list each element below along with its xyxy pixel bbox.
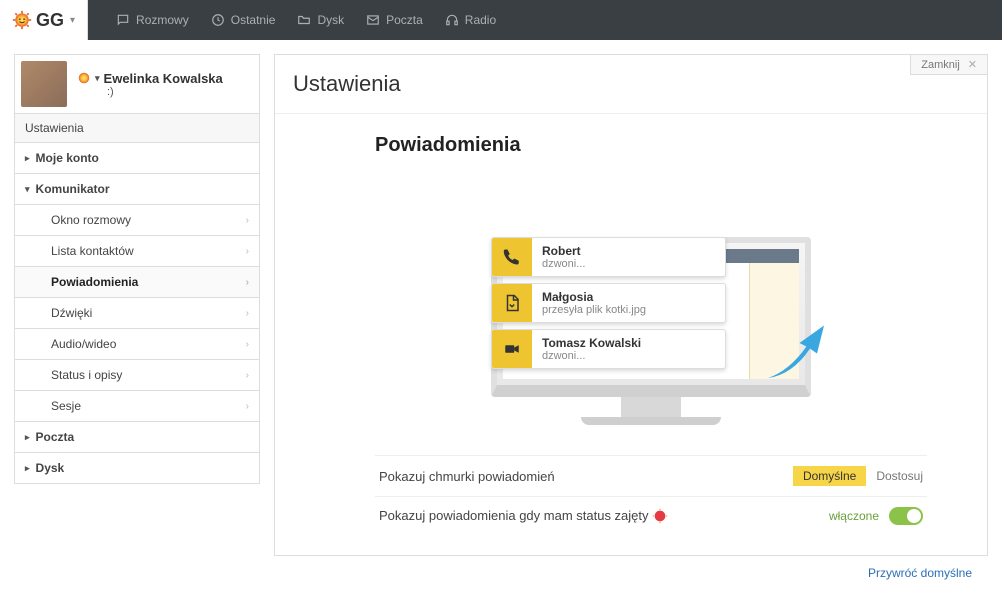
profile-name: Ewelinka Kowalska [104, 71, 223, 86]
chevron-right-icon: › [246, 246, 249, 257]
page-title: Ustawienia [293, 71, 401, 97]
close-label: Zamknij [921, 59, 960, 71]
chevron-right-icon: › [246, 401, 249, 412]
folder-icon [297, 13, 311, 27]
chevron-right-icon: › [246, 339, 249, 350]
profile-status: :) [107, 86, 223, 98]
caret-down-icon: ▾ [25, 184, 30, 195]
notification-card: Tomasz Kowalskidzwoni... [491, 329, 726, 369]
nav-rozmowy[interactable]: Rozmowy [116, 13, 189, 27]
sun-icon [12, 10, 32, 30]
sidebar-section-dysk[interactable]: ▸Dysk [14, 453, 260, 484]
logo-text: GG [36, 10, 64, 31]
close-button[interactable]: Zamknij ✕ [910, 55, 987, 75]
top-bar: GG ▾ Rozmowy Ostatnie Dysk Poczta Radio [0, 0, 1002, 40]
nav-poczta[interactable]: Poczta [366, 13, 423, 27]
nav-label: Poczta [386, 13, 423, 27]
sidebar-item-lista-kontaktow[interactable]: Lista kontaktów› [14, 236, 260, 267]
nav-label: Rozmowy [136, 13, 189, 27]
chevron-down-icon: ▾ [70, 15, 75, 26]
sidebar-section-komunikator[interactable]: ▾Komunikator [14, 174, 260, 205]
nav-label: Ostatnie [231, 13, 276, 27]
close-icon: ✕ [968, 58, 977, 71]
logo[interactable]: GG ▾ [0, 0, 88, 40]
customize-link[interactable]: Dostosuj [876, 469, 923, 483]
chat-icon [116, 13, 130, 27]
caret-icon: ▾ [95, 73, 100, 84]
nav-label: Radio [465, 13, 496, 27]
nav-label: Dysk [317, 13, 344, 27]
toggle-switch[interactable] [889, 507, 923, 525]
setting-label: Pokazuj powiadomienia gdy mam status zaj… [379, 508, 668, 525]
content-header: Ustawienia [275, 55, 987, 114]
busy-sun-icon [652, 508, 668, 524]
notification-card: Robertdzwoni... [491, 237, 726, 277]
sidebar-item-sesje[interactable]: Sesje› [14, 391, 260, 422]
content-panel: Zamknij ✕ Ustawienia Powiadomienia [274, 54, 988, 556]
headphones-icon [445, 13, 459, 27]
chevron-right-icon: › [246, 277, 249, 288]
caret-right-icon: ▸ [25, 153, 30, 164]
status-enabled: włączone [829, 509, 879, 523]
sidebar-item-audio-wideo[interactable]: Audio/wideo› [14, 329, 260, 360]
main-layout: ▾ Ewelinka Kowalska :) Ustawienia ▸Moje … [0, 40, 1002, 590]
sidebar-section-moje-konto[interactable]: ▸Moje konto [14, 143, 260, 174]
nav-dysk[interactable]: Dysk [297, 13, 344, 27]
nav-radio[interactable]: Radio [445, 13, 496, 27]
video-icon [492, 330, 532, 368]
setting-label: Pokazuj chmurki powiadomień [379, 469, 555, 484]
top-nav: Rozmowy Ostatnie Dysk Poczta Radio [88, 13, 496, 27]
notification-stack: Robertdzwoni... Małgosiaprzesyła plik ko… [491, 237, 726, 375]
file-icon [492, 284, 532, 322]
sidebar-item-powiadomienia[interactable]: Powiadomienia› [14, 267, 260, 298]
clock-icon [211, 13, 225, 27]
arrow-icon [761, 315, 831, 385]
mail-icon [366, 13, 380, 27]
restore-defaults-link[interactable]: Przywróć domyślne [274, 556, 988, 590]
content-body: Powiadomienia [275, 114, 987, 555]
chevron-right-icon: › [246, 370, 249, 381]
caret-right-icon: ▸ [25, 463, 30, 474]
notification-card: Małgosiaprzesyła plik kotki.jpg [491, 283, 726, 323]
phone-icon [492, 238, 532, 276]
nav-ostatnie[interactable]: Ostatnie [211, 13, 276, 27]
chevron-right-icon: › [246, 308, 249, 319]
sidebar: ▾ Ewelinka Kowalska :) Ustawienia ▸Moje … [14, 54, 260, 590]
status-sun-icon [77, 71, 91, 85]
profile-box[interactable]: ▾ Ewelinka Kowalska :) [14, 54, 260, 114]
section-title: Powiadomienia [375, 134, 927, 157]
setting-row-status-zajety: Pokazuj powiadomienia gdy mam status zaj… [375, 496, 927, 535]
sidebar-section-poczta[interactable]: ▸Poczta [14, 422, 260, 453]
sidebar-item-dzwieki[interactable]: Dźwięki› [14, 298, 260, 329]
caret-right-icon: ▸ [25, 432, 30, 443]
default-button[interactable]: Domyślne [793, 466, 866, 486]
sidebar-item-okno-rozmowy[interactable]: Okno rozmowy› [14, 205, 260, 236]
sidebar-item-status-opisy[interactable]: Status i opisy› [14, 360, 260, 391]
setting-row-chmurki: Pokazuj chmurki powiadomień Domyślne Dos… [375, 455, 927, 496]
chevron-right-icon: › [246, 215, 249, 226]
avatar [21, 61, 67, 107]
sidebar-header: Ustawienia [14, 114, 260, 143]
illustration: Robertdzwoni... Małgosiaprzesyła plik ko… [441, 237, 861, 425]
